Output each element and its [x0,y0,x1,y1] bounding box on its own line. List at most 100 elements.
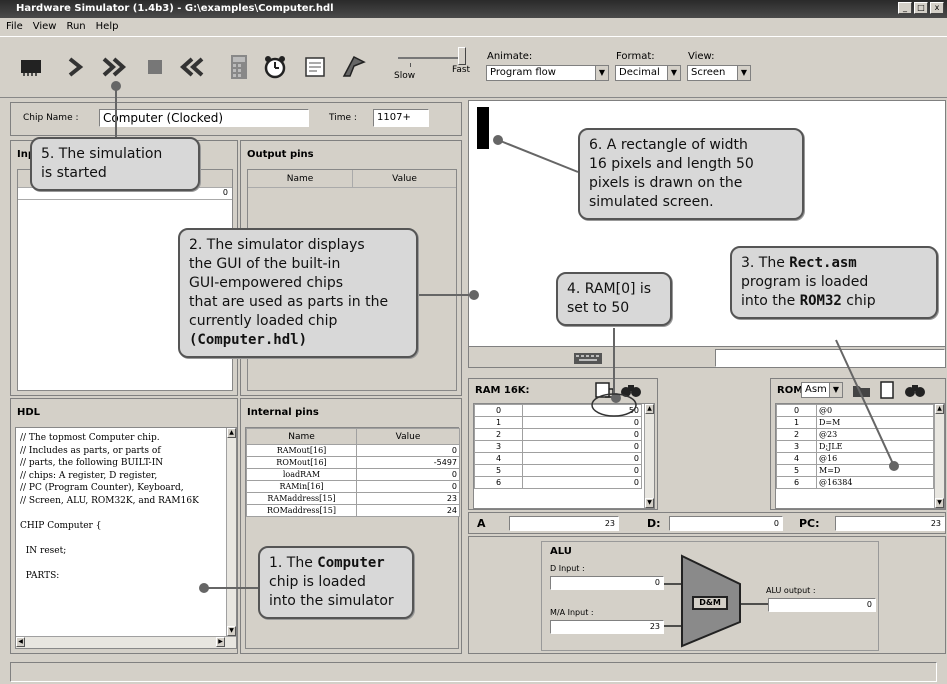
status-bar [10,662,937,682]
reset-button[interactable] [174,51,208,83]
ram-address: 0 [474,404,523,417]
scroll-left-icon[interactable]: ◀ [16,637,25,647]
table-row[interactable]: 20 [474,428,642,441]
scroll-up-icon[interactable]: ▲ [227,428,236,438]
table-row[interactable]: 0 50 [474,404,642,417]
menu-view[interactable]: View [33,18,57,36]
keyboard-icon[interactable] [573,351,603,365]
table-row[interactable]: 3 D;JLE [776,440,934,453]
ram-value[interactable]: 50 [522,404,642,417]
pin-value: 23 [356,492,460,505]
binoculars-icon[interactable] [619,381,643,399]
menu-run[interactable]: Run [66,18,85,36]
animate-select[interactable]: Program flow ▼ [486,65,609,81]
format-value: Decimal [619,67,660,78]
rom-instruction[interactable]: D;JLE [816,440,934,453]
ram-value[interactable]: 0 [522,428,642,441]
table-row[interactable]: 4 @16 [776,452,934,465]
pc-label: PC: [799,517,820,530]
table-row: RAMaddress[15] 23 [246,492,460,505]
table-row[interactable]: 30 [474,440,642,453]
rom-instruction[interactable]: @23 [816,428,934,441]
ram-value[interactable]: 0 [522,440,642,453]
scroll-right-icon[interactable]: ▶ [216,637,225,647]
table-row[interactable]: 10 [474,416,642,429]
menu-help[interactable]: Help [96,18,119,36]
table-row[interactable]: 40 [474,452,642,465]
a-register-value[interactable]: 23 [509,516,619,531]
minimize-button[interactable]: _ [898,2,912,14]
table-row[interactable]: 1 D=M [776,416,934,429]
col-name-header: Name [248,170,353,187]
scroll-up-icon[interactable]: ▲ [645,404,654,414]
hdl-scrollbar[interactable]: ▲ ▼ [226,428,236,636]
new-file-icon[interactable] [877,381,897,399]
rom-instruction[interactable]: @16 [816,452,934,465]
chip-name-field[interactable]: Computer (Clocked) [99,109,309,127]
d-register-label: D: [647,517,661,530]
rom-format-select[interactable]: Asm ▼ [801,382,843,398]
internal-pins-title: Internal pins [247,407,319,418]
clock-button[interactable] [258,51,292,83]
run-button[interactable] [98,51,132,83]
ram-scrollbar[interactable]: ▲ ▼ [644,404,654,508]
time-label: Time : [329,113,357,123]
table-row[interactable]: 6 @16384 [776,476,934,489]
stop-button[interactable] [138,51,172,83]
speed-slow-label: Slow [394,71,416,81]
script-button[interactable] [298,51,332,83]
scroll-down-icon[interactable]: ▼ [935,498,944,508]
breakpoint-button[interactable] [336,51,370,83]
hdl-line: PARTS: [20,570,60,581]
speed-slider[interactable]: Slow Fast [392,43,480,89]
pc-value[interactable]: 23 [835,516,945,531]
table-row[interactable]: 0 @0 [776,404,934,417]
ram-value[interactable]: 0 [522,476,642,489]
keyboard-input[interactable] [715,349,945,367]
rom-instruction[interactable]: @0 [816,404,934,417]
binoculars-icon[interactable] [903,381,927,399]
scroll-up-icon[interactable]: ▲ [935,404,944,414]
ram-value[interactable]: 0 [522,416,642,429]
rom-instruction[interactable]: M=D [816,464,934,477]
hdl-code-view[interactable]: // The topmost Computer chip. // Includes… [15,427,237,649]
slider-track [398,57,466,59]
chevron-down-icon: ▼ [595,66,608,80]
ram-address: 4 [474,452,523,465]
slider-thumb[interactable] [458,47,466,65]
close-button[interactable]: x [930,2,944,14]
callout-6: 6. A rectangle of width 16 pixels and le… [578,128,804,220]
maximize-button[interactable]: □ [914,2,928,14]
d-input-label: D Input : [550,564,585,573]
hdl-hscrollbar[interactable]: ◀ ▶ [16,636,236,648]
step-forward-icon [68,57,84,77]
format-select[interactable]: Decimal ▼ [615,65,681,81]
d-register-value[interactable]: 0 [669,516,783,531]
hdl-line: // chips: A register, D register, [20,470,158,481]
ma-input-label: M/A Input : [550,608,594,617]
load-chip-button[interactable] [14,51,48,83]
rom-instruction[interactable]: @16384 [816,476,934,489]
registers-panel: A 23 D: 0 PC: 23 [468,512,946,534]
table-row[interactable]: 2 @23 [776,428,934,441]
rom-instruction[interactable]: D=M [816,416,934,429]
scroll-down-icon[interactable]: ▼ [227,626,236,636]
ram-address: 3 [474,440,523,453]
scroll-down-icon[interactable]: ▼ [645,498,654,508]
rom-scrollbar[interactable]: ▲ ▼ [934,404,944,508]
menu-file[interactable]: File [6,18,23,36]
view-select[interactable]: Screen ▼ [687,65,751,81]
table-row[interactable]: 5 M=D [776,464,934,477]
ram-value[interactable]: 0 [522,452,642,465]
alu-output-value: 0 [768,598,876,612]
pin-name: RAMaddress[15] [246,492,357,505]
ram-value[interactable]: 0 [522,464,642,477]
hdl-code: // The topmost Computer chip. // Includes… [16,428,236,586]
open-folder-icon[interactable] [851,381,873,399]
format-label: Format: [616,51,655,62]
single-step-button[interactable] [58,51,92,83]
table-row[interactable]: 50 [474,464,642,477]
table-row[interactable]: 60 [474,476,642,489]
load-file-icon[interactable] [593,381,615,399]
eval-button[interactable] [222,51,256,83]
